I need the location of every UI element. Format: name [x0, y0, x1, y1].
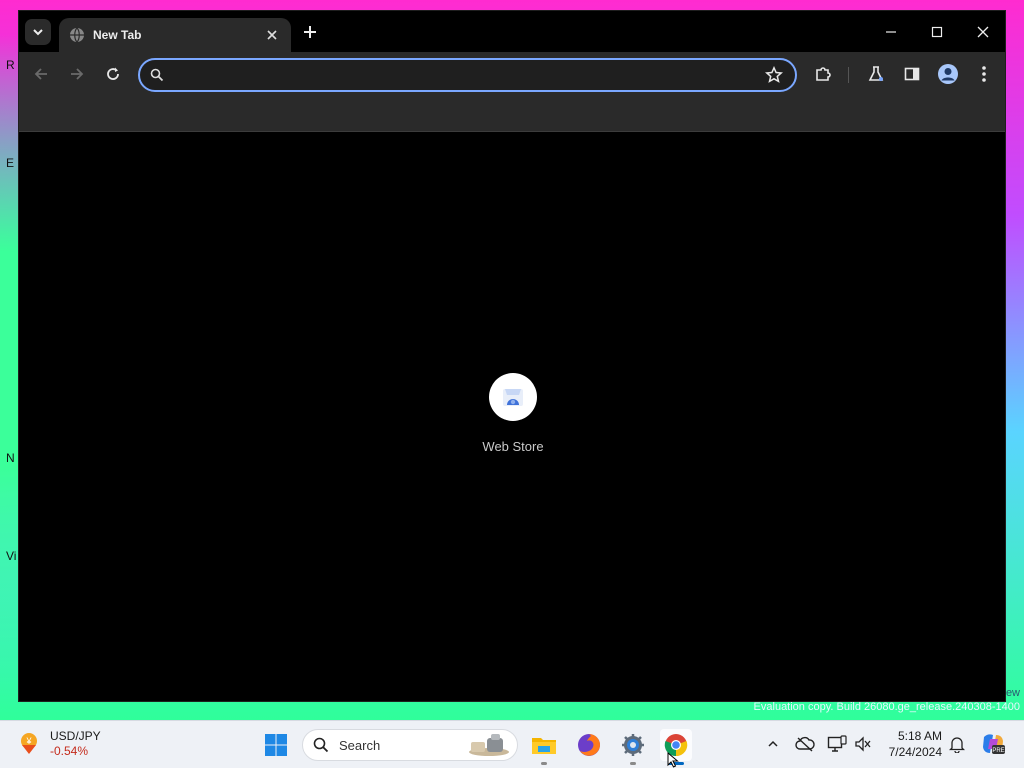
- globe-icon: [70, 27, 84, 43]
- search-icon: [150, 68, 164, 82]
- more-vertical-icon: [982, 66, 986, 82]
- web-store-icon: [503, 389, 523, 406]
- maximize-icon: [931, 26, 943, 38]
- start-button[interactable]: [264, 733, 288, 762]
- reload-button[interactable]: [101, 62, 125, 86]
- clock-date: 7/24/2024: [888, 745, 942, 759]
- desktop-icon-label[interactable]: R: [6, 58, 15, 72]
- minimize-icon: [886, 31, 896, 33]
- currency-trend-icon: ¥: [21, 733, 37, 754]
- desktop-icon-label[interactable]: E: [6, 156, 14, 170]
- file-explorer-button[interactable]: [528, 729, 560, 765]
- firefox-icon: [578, 734, 600, 756]
- chevron-up-icon: [768, 740, 778, 747]
- flask-icon: [868, 66, 884, 81]
- show-hidden-icons-button[interactable]: [762, 733, 784, 755]
- firefox-button[interactable]: [573, 729, 605, 761]
- folder-icon: [532, 738, 556, 754]
- side-panel-icon: [904, 67, 920, 81]
- shortcut-label: Web Store: [482, 439, 544, 454]
- search-icon: [313, 737, 329, 753]
- side-panel-button[interactable]: [900, 62, 924, 86]
- close-icon: [977, 26, 989, 38]
- bell-icon: [949, 737, 965, 753]
- windows-logo-icon: [265, 734, 287, 756]
- system-clock[interactable]: 5:18 AM 7/24/2024: [880, 728, 942, 760]
- tab-title: New Tab: [93, 28, 142, 42]
- tab-strip: New Tab: [19, 11, 1005, 52]
- shortcut-web-store[interactable]: Web Store: [465, 373, 561, 454]
- reload-icon: [107, 67, 119, 80]
- arrow-left-icon: [34, 68, 47, 80]
- mouse-cursor-icon: [667, 752, 679, 768]
- notifications-button[interactable]: [946, 733, 968, 755]
- chevron-down-icon: [33, 29, 43, 36]
- browser-toolbar: [19, 52, 1005, 96]
- new-tab-page: Web Store: [19, 132, 1005, 701]
- copilot-button[interactable]: PRE: [980, 731, 1006, 757]
- address-input[interactable]: [174, 64, 754, 86]
- copilot-icon: PRE: [983, 734, 1005, 754]
- taskbar-search[interactable]: Search: [302, 729, 518, 761]
- monitor-network-icon: [827, 735, 847, 752]
- forward-button[interactable]: [65, 62, 89, 86]
- new-tab-button[interactable]: [300, 22, 320, 42]
- labs-button[interactable]: [864, 62, 888, 86]
- widget-symbol: USD/JPY: [50, 729, 101, 743]
- arrow-right-icon: [71, 68, 84, 80]
- onedrive-status[interactable]: [794, 733, 816, 755]
- running-indicator: [630, 762, 636, 765]
- desktop-icon-label[interactable]: Vi: [6, 549, 16, 563]
- minimize-button[interactable]: [876, 19, 906, 45]
- close-window-button[interactable]: [968, 19, 998, 45]
- widgets-button[interactable]: ¥ USD/JPY -0.54%: [16, 729, 101, 759]
- network-status[interactable]: [826, 733, 848, 755]
- menu-button[interactable]: [972, 62, 996, 86]
- tab-new-tab[interactable]: New Tab: [59, 18, 291, 52]
- taskbar: ¥ USD/JPY -0.54% Search 5:18 AM 7/24/202…: [0, 720, 1024, 768]
- svg-text:¥: ¥: [25, 736, 32, 746]
- tab-search-button[interactable]: [25, 19, 51, 45]
- tab-close-button[interactable]: [263, 26, 281, 44]
- plus-icon: [304, 26, 316, 38]
- browser-window: New Tab Web Store: [18, 10, 1006, 702]
- toolbar-divider: [848, 67, 849, 83]
- volume-status[interactable]: [852, 733, 874, 755]
- close-icon: [267, 30, 277, 40]
- shortcut-tile[interactable]: [489, 373, 537, 421]
- widget-change: -0.54%: [50, 744, 89, 758]
- search-highlight-icon: [469, 734, 509, 756]
- cloud-offline-icon: [795, 736, 815, 752]
- avatar-icon: [938, 64, 958, 84]
- bookmark-star-icon[interactable]: [765, 66, 783, 84]
- settings-button[interactable]: [617, 729, 649, 765]
- watermark-suffix: ew: [1005, 687, 1020, 699]
- svg-text:PRE: PRE: [992, 748, 1004, 754]
- desktop-icon-label[interactable]: N: [6, 451, 15, 465]
- extensions-button[interactable]: [811, 62, 835, 86]
- evaluation-watermark: ew Evaluation copy. Build 26080.ge_relea…: [753, 687, 1020, 714]
- gear-icon: [622, 734, 644, 756]
- bookmarks-bar: [19, 96, 1005, 132]
- speaker-muted-icon: [855, 736, 871, 752]
- address-bar[interactable]: [138, 58, 797, 92]
- taskbar-search-label: Search: [339, 737, 381, 753]
- profile-button[interactable]: [936, 62, 960, 86]
- running-indicator: [541, 762, 547, 765]
- clock-time: 5:18 AM: [897, 729, 942, 743]
- watermark-text: Evaluation copy. Build 26080.ge_release.…: [753, 701, 1020, 713]
- puzzle-piece-icon: [816, 67, 831, 81]
- maximize-button[interactable]: [922, 19, 952, 45]
- back-button[interactable]: [29, 62, 53, 86]
